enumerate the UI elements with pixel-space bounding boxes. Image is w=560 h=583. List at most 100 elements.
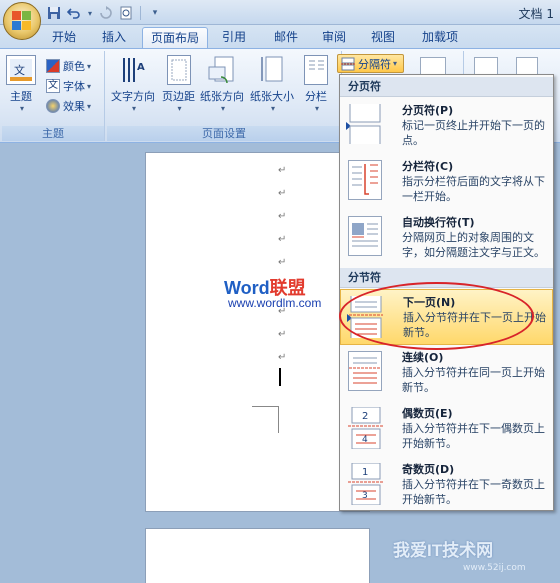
odd-page-icon: 13 bbox=[348, 462, 384, 506]
margins-button[interactable]: 页边距 ▾ bbox=[162, 55, 195, 113]
text-direction-button[interactable]: A 文字方向 ▾ bbox=[111, 55, 155, 113]
theme-group-label: 主题 bbox=[2, 126, 104, 141]
even-page-icon: 24 bbox=[348, 406, 384, 450]
window-title: 文档 1 bbox=[518, 7, 554, 21]
palette-icon bbox=[46, 59, 60, 73]
columns-button[interactable]: 分栏 ▾ bbox=[304, 55, 328, 113]
theme-effects-label: 效果 bbox=[63, 100, 85, 113]
tab-references[interactable]: 引用 bbox=[214, 27, 254, 48]
tab-home[interactable]: 开始 bbox=[44, 27, 84, 48]
annotation-oval bbox=[339, 282, 534, 350]
title-bar: ▾ ▾ 文档 1 bbox=[0, 0, 560, 40]
chevron-down-icon: ▾ bbox=[393, 59, 398, 68]
document-page[interactable] bbox=[145, 152, 370, 512]
breaks-button[interactable]: 分隔符 ▾ bbox=[337, 54, 404, 73]
odd-page-number: 1 bbox=[362, 467, 368, 478]
margins-icon bbox=[166, 55, 191, 85]
text-direction-icon: A bbox=[118, 55, 148, 85]
theme-fonts-label: 字体 bbox=[63, 80, 85, 93]
menu-item-title: 偶数页(E) bbox=[402, 407, 453, 420]
continuous-icon bbox=[348, 351, 382, 391]
orientation-icon bbox=[207, 55, 237, 85]
svg-text:A: A bbox=[137, 62, 145, 73]
next-document-page[interactable] bbox=[145, 528, 370, 583]
paragraph-mark: ↵ bbox=[278, 234, 287, 245]
tab-add-ins[interactable]: 加载项 bbox=[415, 27, 465, 48]
theme-fonts-button[interactable]: 文 字体 ▾ bbox=[46, 77, 91, 95]
tab-insert[interactable]: 插入 bbox=[94, 27, 134, 48]
theme-colors-button[interactable]: 颜色 ▾ bbox=[46, 57, 91, 75]
office-button[interactable] bbox=[3, 2, 41, 40]
orientation-label: 纸张方向 bbox=[200, 90, 244, 103]
menu-item-title: 奇数页(D) bbox=[402, 463, 455, 476]
tab-review[interactable]: 审阅 bbox=[314, 27, 354, 48]
margin-corner-mark bbox=[252, 406, 279, 433]
tab-mailings[interactable]: 邮件 bbox=[266, 27, 306, 48]
themes-label: 主题 bbox=[10, 90, 32, 103]
chevron-down-icon: ▾ bbox=[131, 104, 136, 113]
chevron-down-icon: ▾ bbox=[87, 81, 92, 91]
paragraph-mark: ↵ bbox=[278, 352, 287, 363]
menu-item-page-break[interactable]: 分页符(P) 标记一页终止并开始下一页的点。 bbox=[340, 98, 553, 154]
odd-page-number-2: 3 bbox=[362, 491, 368, 501]
page-size-icon bbox=[257, 55, 287, 85]
site-watermark: 我爱IT技术网 bbox=[393, 541, 494, 560]
text-wrapping-icon bbox=[348, 216, 382, 256]
chevron-down-icon: ▾ bbox=[177, 104, 182, 113]
themes-icon: 文 bbox=[6, 55, 36, 85]
page-break-icon bbox=[348, 104, 382, 144]
columns-icon bbox=[304, 55, 328, 85]
menu-item-desc: 插入分节符并在下一奇数页上开始新节。 bbox=[402, 478, 545, 506]
page-breaks-header: 分页符 bbox=[340, 77, 553, 97]
menu-item-odd-page[interactable]: 13 奇数页(D) 插入分节符并在下一奇数页上开始新节。 bbox=[340, 457, 553, 513]
even-page-number-2: 4 bbox=[362, 435, 368, 445]
theme-colors-label: 颜色 bbox=[63, 60, 85, 73]
column-break-icon bbox=[348, 160, 382, 200]
office-logo-icon bbox=[12, 11, 32, 31]
menu-item-title: 分页符(P) bbox=[402, 104, 454, 117]
text-cursor bbox=[279, 368, 281, 386]
undo-dropdown-icon[interactable]: ▾ bbox=[86, 5, 94, 21]
tab-page-layout[interactable]: 页面布局 bbox=[142, 27, 208, 48]
menu-item-even-page[interactable]: 24 偶数页(E) 插入分节符并在下一偶数页上开始新节。 bbox=[340, 401, 553, 457]
theme-effects-button[interactable]: 效果 ▾ bbox=[46, 97, 91, 115]
print-preview-icon[interactable] bbox=[118, 5, 134, 21]
site-watermark-url: www.52ij.com bbox=[463, 563, 526, 573]
tab-view[interactable]: 视图 bbox=[363, 27, 403, 48]
watermark-word: Word bbox=[224, 278, 270, 298]
orientation-button[interactable]: 纸张方向 ▾ bbox=[200, 55, 244, 113]
quick-access-toolbar: ▾ ▾ bbox=[46, 4, 163, 22]
svg-text:文: 文 bbox=[14, 63, 25, 77]
paragraph-mark: ↵ bbox=[278, 257, 287, 268]
customize-toolbar-icon[interactable]: ▾ bbox=[147, 5, 163, 21]
menu-item-text-wrapping[interactable]: 自动换行符(T) 分隔网页上的对象周围的文字，如分隔题注文字与正文。 bbox=[340, 210, 553, 270]
font-icon: 文 bbox=[46, 79, 60, 93]
redo-icon[interactable] bbox=[98, 5, 114, 21]
chevron-down-icon: ▾ bbox=[220, 104, 225, 113]
breaks-label: 分隔符 bbox=[358, 57, 391, 71]
undo-icon[interactable] bbox=[66, 5, 82, 21]
chevron-down-icon: ▾ bbox=[87, 61, 92, 71]
toolbar-separator bbox=[140, 6, 141, 20]
watermark-lianmeng: 联盟 bbox=[269, 278, 306, 298]
size-button[interactable]: 纸张大小 ▾ bbox=[250, 55, 294, 113]
menu-item-desc: 指示分栏符后面的文字将从下一栏开始。 bbox=[402, 175, 545, 203]
menu-item-title: 分栏符(C) bbox=[402, 160, 454, 173]
menu-item-continuous[interactable]: 连续(O) 插入分节符并在同一页上开始新节。 bbox=[340, 345, 553, 401]
text-direction-label: 文字方向 bbox=[111, 90, 155, 103]
columns-label: 分栏 bbox=[305, 90, 327, 103]
chevron-down-icon: ▾ bbox=[19, 104, 24, 113]
chevron-down-icon: ▾ bbox=[314, 104, 319, 113]
paragraph-mark: ↵ bbox=[278, 329, 287, 340]
themes-button[interactable]: 文 主题 ▾ bbox=[6, 55, 36, 113]
breaks-icon bbox=[341, 57, 355, 70]
menu-item-desc: 标记一页终止并开始下一页的点。 bbox=[402, 119, 545, 147]
size-label: 纸张大小 bbox=[250, 90, 294, 103]
save-icon[interactable] bbox=[46, 5, 62, 21]
wordlm-url: www.wordlm.com bbox=[228, 296, 322, 310]
effects-icon bbox=[46, 99, 60, 113]
theme-group: 文 主题 ▾ 颜色 ▾ 文 字体 ▾ 效果 ▾ 主题 bbox=[2, 51, 105, 141]
chevron-down-icon: ▾ bbox=[270, 104, 275, 113]
even-page-number: 2 bbox=[362, 411, 368, 422]
menu-item-column-break[interactable]: 分栏符(C) 指示分栏符后面的文字将从下一栏开始。 bbox=[340, 154, 553, 210]
